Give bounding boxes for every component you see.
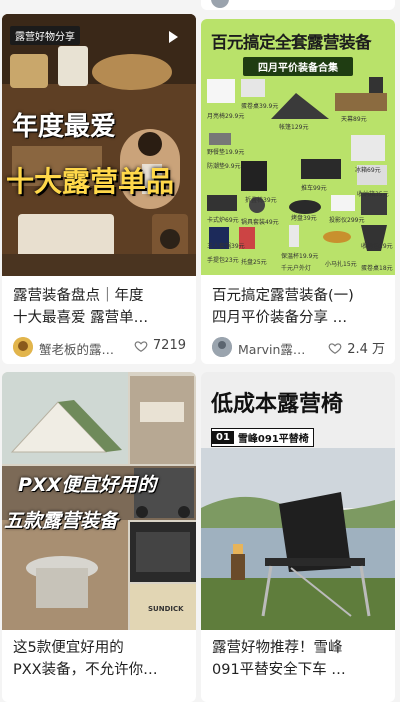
feed-card[interactable]: 露营好物分享 年度最爱 十大露营单品 露营装备盘点｜年度 十大最喜爱 露营单… … xyxy=(2,14,196,364)
feed-card[interactable]: PXX便宜好用的 五款露营装备 SUNDICK 这5款便宜好用的 PXX装备，不… xyxy=(2,372,196,702)
poster-headline: 低成本露营椅 xyxy=(211,392,344,417)
card-title-line2: 十大最喜爱 露营单… xyxy=(13,310,149,326)
overlay-title-line2: 五款露营装备 xyxy=(4,510,119,532)
card-thumbnail[interactable]: 露营好物分享 年度最爱 十大露营单品 xyxy=(2,14,196,276)
card-thumbnail[interactable]: 低成本露营椅 01 雪峰091平替椅 xyxy=(201,372,395,630)
feed-card-partial[interactable] xyxy=(201,0,395,10)
card-title-line1: 露营装备盘点｜年度 xyxy=(13,288,144,304)
item-label: 折叠椅39元 xyxy=(245,197,277,204)
card-meta: Marvin露… 2.4 万 xyxy=(212,336,387,358)
item-label: 帐篷129元 xyxy=(279,124,309,131)
card-title[interactable]: 露营好物推荐！雪峰 091平替安全下车 … xyxy=(212,637,387,681)
overlay-title-line1: 年度最爱 xyxy=(12,112,117,142)
item-label: 冰箱69元 xyxy=(355,167,381,174)
item-label: 收纳箱35元 xyxy=(357,191,389,198)
card-title-line1: 百元搞定露营装备(一) xyxy=(212,288,354,304)
avatar[interactable] xyxy=(212,337,232,357)
poster-subheadline: 四月平价装备合集 xyxy=(243,57,353,76)
camping-gear-photo xyxy=(2,14,196,276)
avatar-image xyxy=(212,337,232,357)
like-count: 7219 xyxy=(152,338,186,353)
video-play-icon xyxy=(169,31,178,43)
tag-text: 雪峰091平替椅 xyxy=(237,434,309,445)
card-thumbnail[interactable]: PXX便宜好用的 五款露营装备 SUNDICK xyxy=(2,372,196,630)
item-label: 烤盘39元 xyxy=(291,215,317,222)
item-label: 蛋卷桌18元 xyxy=(361,265,393,272)
item-label: 锅具套装49元 xyxy=(241,219,279,226)
card-title[interactable]: 百元搞定露营装备(一) 四月平价装备分享 … xyxy=(212,285,387,329)
like-button[interactable]: 2.4 万 xyxy=(328,338,385,357)
item-label: 手提包23元 xyxy=(207,257,239,264)
card-title[interactable]: 露营装备盘点｜年度 十大最喜爱 露营单… xyxy=(13,285,188,329)
item-label: 防潮垫9.9元 xyxy=(207,163,241,170)
camping-chair-photo xyxy=(201,448,395,630)
heart-icon xyxy=(328,342,342,354)
item-label: 野餐垫19.9元 xyxy=(207,149,245,156)
avatar[interactable] xyxy=(13,337,33,357)
item-label: 投影仪299元 xyxy=(329,217,365,224)
item-label: 月亮椅29.9元 xyxy=(207,113,245,120)
card-title-line2: 四月平价装备分享 … xyxy=(212,310,348,326)
item-label: 卡式炉69元 xyxy=(207,217,239,224)
item-label: 托盘25元 xyxy=(241,259,267,266)
item-label: 小马扎15元 xyxy=(325,261,357,268)
card-title-line1: 这5款便宜好用的 xyxy=(13,640,124,656)
author-name[interactable]: Marvin露… xyxy=(238,339,312,358)
item-label: 千元户外灯 xyxy=(281,265,312,272)
card-title-line2: PXX装备，不允许你… xyxy=(13,662,158,678)
card-meta: 蟹老板的露… 7219 xyxy=(13,336,188,358)
card-badge: 露营好物分享 xyxy=(10,26,80,45)
heart-icon xyxy=(134,340,148,352)
item-label: 蛋卷桌39.9元 xyxy=(241,103,279,110)
like-count: 2.4 万 xyxy=(347,342,385,357)
overlay-title-line1: PXX便宜好用的 xyxy=(18,474,157,496)
author-name[interactable]: 蟹老板的露… xyxy=(39,339,113,358)
avatar[interactable] xyxy=(211,0,229,8)
feed-card[interactable]: 百元搞定全套露营装备 四月平价装备合集 月亮椅29.9元 蛋卷桌39.9元 帐篷… xyxy=(201,19,395,364)
avatar-image xyxy=(13,337,33,357)
overlay-title-line2: 十大露营单品 xyxy=(6,165,175,198)
brand-label: SUNDICK xyxy=(148,605,184,613)
poster-headline: 百元搞定全套露营装备 xyxy=(211,33,372,52)
card-title-line1: 露营好物推荐！雪峰 xyxy=(212,640,343,656)
camping-gear-collage xyxy=(2,372,196,630)
card-thumbnail[interactable]: 百元搞定全套露营装备 四月平价装备合集 月亮椅29.9元 蛋卷桌39.9元 帐篷… xyxy=(201,19,395,275)
item-label: 保温杯19.9元 xyxy=(281,253,319,260)
tag-index: 01 xyxy=(212,431,234,444)
tag-chip: 01 雪峰091平替椅 xyxy=(211,428,314,447)
like-button[interactable]: 7219 xyxy=(134,338,186,353)
card-title-line2: 091平替安全下车 … xyxy=(212,662,346,678)
item-label: 天幕89元 xyxy=(341,116,367,123)
item-label: 推车99元 xyxy=(301,185,327,192)
watermark: 头条@露营小记 xyxy=(330,683,394,693)
item-label: 收纳包29元 xyxy=(361,243,393,250)
card-title[interactable]: 这5款便宜好用的 PXX装备，不允许你… xyxy=(13,637,188,681)
item-label: 三人套锅39元 xyxy=(207,243,245,250)
feed-card[interactable]: 低成本露营椅 01 雪峰091平替椅 露营好物推荐！雪峰 091平替安全下车 … xyxy=(201,372,395,702)
